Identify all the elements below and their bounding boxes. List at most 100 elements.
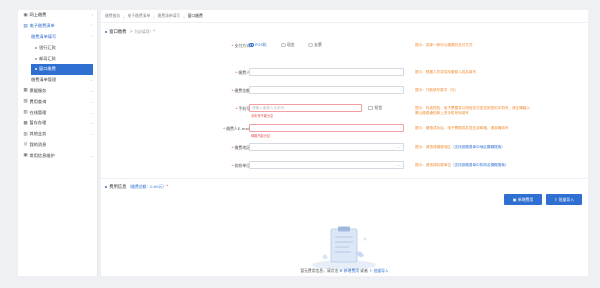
breadcrumb-item[interactable]: 缴费清单填写 [158,13,181,19]
payer-row: *缴费人 提示：根据人员或实际缴费人姓名填写 [101,67,588,77]
breadcrumb-item[interactable]: 缴费服务 [105,13,120,19]
radio-circle [308,42,313,48]
fee-summary: （缴费总额：0.00元） [127,184,167,189]
tip-amount: 提示：只能填写数字（元） [415,87,459,92]
agency-select[interactable]: ⌄ [249,160,404,169]
breadcrumb-item[interactable]: 电子缴费清单 [127,13,150,19]
chevron-down-icon: ⌄ [89,78,93,83]
breadcrumb-separator: | [153,13,155,19]
sidebar-item-window-payment[interactable]: 窗口缴费 [31,63,93,75]
tip-phone-2: 需以缴费通知单上的手机号码填写 [415,110,469,115]
radio-cash[interactable]: 现金 [281,42,295,48]
sidebar-item-label: 暂存办理 [29,120,47,126]
empty-import-link[interactable]: ⇪ 批量导入 [369,268,389,273]
sidebar-item-e-payment-list[interactable]: ▤ 电子缴费清单 ⌃ [18,21,97,32]
section-bullet [105,30,108,34]
main-panel: 缴费服务 | 电子缴费清单 | 缴费清单填写 | 窗口缴费 窗口缴费 （* 为必… [101,10,588,276]
amount-row: *缴费金额 提示：只能填写数字（元） [101,85,588,95]
sidebar-item-fee-query[interactable]: ▧ 费用查询 ⌄ [18,96,97,107]
sidebar-item-list-management[interactable]: 缴费清单管理 ⌄ [18,75,97,86]
sidebar-item-postal-remit[interactable]: 邮局汇款 [18,53,97,64]
sidebar-item-info-maintenance[interactable]: ▣ 常用信息维护 ⌄ [18,150,97,161]
breadcrumb-separator: | [123,13,125,19]
tip-agency: 提示：请选择收费单位（支持按缴费单中机构名模糊搜索） [415,162,509,167]
manage-icon: ▨ [23,110,28,116]
payer-input[interactable] [249,67,404,76]
email-label: *缴费人E-mail [223,125,250,131]
bullet-icon [35,57,37,60]
bullet-icon [35,68,37,71]
amount-label: *缴费金额 [231,87,250,93]
section-bullet [105,185,108,189]
radio-label: 支票 [314,42,322,47]
batch-import-button[interactable]: ⇪ 批量导入 [546,194,582,205]
empty-state-text: 暂无费用信息，请点击 ⊕ 新增费用 或者 ⇪ 批量导入 [300,268,389,273]
radio-pos[interactable]: POS机 [249,42,267,48]
phone-row: *手机号 请输入缴费人手机号 手机号不能为空 短信 提示：勾选短信，电子票据将以… [101,103,588,118]
sidebar-item-temp-handling[interactable]: ▩ 暂存办理 ⌄ [18,118,97,129]
add-icon: ▣ [512,197,517,202]
tip-pay-method: 提示：选择一种可以缴费的支付方式 [415,42,473,47]
message-icon: ◎ [23,142,28,148]
sidebar-item-label: 费用查询 [29,98,47,104]
payer-label: *缴费人 [235,69,250,75]
sidebar-item-my-messages[interactable]: ◎ 我的消息 [18,140,97,151]
phone-label: *手机号 [235,105,250,111]
sidebar-item-bank-remit[interactable]: 银行汇款 [18,42,97,53]
sidebar-item-label: 银行汇款 [39,44,56,50]
phone-error: 手机号不能为空 [251,114,274,118]
chevron-down-icon: ⌄ [89,110,93,115]
checkbox-box [368,105,373,111]
radio-circle [249,42,254,48]
region-label: *缴费地区 [231,144,250,150]
sidebar-item-label: 在线管理 [29,109,47,115]
chevron-up-icon: ⌃ [89,34,93,39]
divider [101,178,588,179]
chevron-down-icon: ⌄ [89,88,93,93]
agency-label: *收款单位 [231,162,250,168]
radio-circle [281,42,286,48]
agency-row: *收款单位 ⌄ 提示：请选择收费单位（支持按缴费单中机构名模糊搜索） [101,160,588,170]
upload-icon: ⇪ [553,197,558,202]
email-input[interactable] [249,123,404,132]
sidebar-item-online-payment[interactable]: ▣ 网上缴费 › [18,10,97,21]
chevron-down-icon: ⌄ [89,121,93,126]
sidebar-item-other-business[interactable]: ▥ 其他业务 ⌄ [18,129,97,140]
pay-method-row: *支付方式 POS机 现金 支票 提示：选择一种可以缴费的支付方式 [101,40,588,50]
apps-icon: ▥ [23,131,28,137]
email-error: 邮箱不能为空 [251,134,271,138]
chevron-right-icon: › [91,13,93,18]
sidebar-item-label: 票据服务 [29,87,47,93]
amount-input[interactable] [249,85,404,94]
radio-check[interactable]: 支票 [308,42,322,48]
phone-input[interactable]: 请输入缴费人手机号 [249,103,362,112]
pay-method-label: *支付方式 [231,42,250,48]
bullet-icon [35,46,37,49]
sms-checkbox[interactable]: 短信 [368,105,382,111]
chevron-down-icon: ⌄ [396,162,400,167]
settings-icon: ▣ [23,153,28,159]
sidebar-item-fill-list[interactable]: 缴费清单填写 ⌃ [18,32,97,43]
section-hint: （* 为必填项） [127,29,154,34]
section-title-fee-info: 费用信息 （缴费总额：0.00元） * [105,184,168,190]
radio-label: 现金 [287,42,295,47]
breadcrumb-separator: | [183,13,185,19]
sidebar-item-label: 缴费清单管理 [31,77,57,83]
sidebar-item-label: 其他业务 [29,131,47,137]
section-title-window-payment: 窗口缴费 （* 为必填项） * [105,29,155,35]
chevron-down-icon: ⌄ [396,144,400,149]
chevron-up-icon: ⌃ [89,24,93,29]
region-select[interactable]: ⌄ [249,142,404,151]
sidebar-item-label: 我的消息 [29,141,47,147]
sidebar-item-online-manage[interactable]: ▨ 在线管理 ⌄ [18,107,97,118]
sidebar-item-label: 电子缴费清单 [29,23,55,29]
empty-add-fee-link[interactable]: ⊕ 新增费用 [340,268,360,273]
sidebar-item-label: 邮局汇款 [39,55,56,61]
list-icon: ▤ [23,23,28,29]
email-row: *缴费人E-mail 邮箱不能为空 提示：缴费成功后，电子票据将发送至该邮箱，请… [101,123,588,138]
add-fee-button[interactable]: ▣ 新增费用 [504,194,542,205]
section-mark: * [166,183,168,188]
chevron-down-icon: ⌄ [89,153,93,158]
sidebar-item-label: 常用信息维护 [29,152,55,158]
sidebar-item-ticket-service[interactable]: ▦ 票据服务 ⌄ [18,86,97,97]
